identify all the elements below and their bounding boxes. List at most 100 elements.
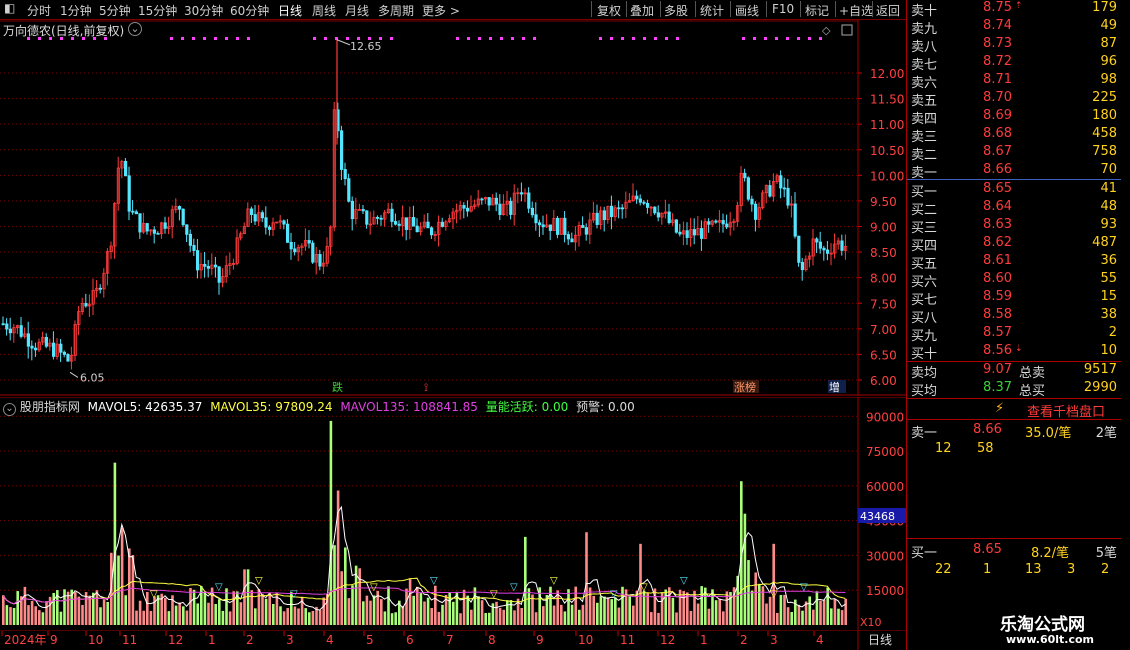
volume-bar: [434, 585, 437, 625]
period-tab-60min[interactable]: 60分钟: [230, 2, 269, 19]
book-row-buy[interactable]: 买五 8.61 36: [907, 253, 1121, 272]
volume-bar: [714, 600, 718, 625]
volume-bar: [822, 599, 826, 625]
candle-body: [188, 233, 192, 246]
volume-bar: [722, 611, 725, 625]
period-tab-daily[interactable]: 日线: [278, 2, 302, 19]
high-price-label: 12.65: [350, 40, 382, 53]
level-volume: 48: [1100, 199, 1117, 214]
volume-bar: [754, 572, 757, 625]
period-tab-30min[interactable]: 30分钟: [184, 2, 223, 19]
candlestick-chart[interactable]: 12.00 11.50 11.00 10.50 10.00 9.50 9.00 8.50 8.0…: [0, 20, 906, 396]
back-button[interactable]: 返回: [876, 2, 900, 19]
book-row-sell[interactable]: 卖五 8.70 225: [907, 90, 1121, 109]
period-tab-monthly[interactable]: 月线: [345, 2, 369, 19]
stats-button[interactable]: 统计: [700, 2, 724, 19]
period-tab-fenshi[interactable]: 分时: [27, 2, 51, 19]
candle-body: [52, 342, 56, 357]
volume-bar: [650, 612, 653, 625]
volume-bar: [790, 611, 793, 625]
volume-bar: [232, 591, 235, 625]
volume-bar: [570, 604, 574, 625]
candle-body: [195, 250, 200, 271]
price-tick-label: 8.00: [870, 272, 897, 286]
volume-bar: [95, 590, 99, 625]
price-tick-label: 6.50: [870, 348, 897, 362]
volume-bar: [581, 604, 585, 625]
bid1-count: 5笔: [1095, 546, 1117, 561]
book-row-sell[interactable]: 卖十 8.75 ⇡ 179: [907, 0, 1121, 19]
volume-chart[interactable]: 90000750006000045000300001500043468X10▽▽…: [0, 397, 906, 630]
candle-body: [34, 347, 38, 351]
period-tab-5min[interactable]: 5分钟: [99, 2, 131, 19]
mark-button[interactable]: 标记: [805, 2, 829, 19]
volume-bar: [167, 611, 171, 625]
book-row-sell[interactable]: 卖八 8.73 87: [907, 36, 1121, 55]
volume-bar: [671, 597, 675, 625]
multi-stock-button[interactable]: 多股: [664, 2, 688, 19]
candle-body: [84, 302, 88, 307]
volume-bar: [833, 599, 837, 625]
candle-body: [743, 172, 747, 179]
volume-bar: [596, 602, 599, 625]
candle-body: [350, 200, 355, 220]
collapse-icon[interactable]: ◧: [4, 1, 15, 15]
add-watchlist-button[interactable]: +自选: [839, 2, 873, 19]
book-row-sell[interactable]: 卖二 8.67 758: [907, 144, 1121, 163]
candle-body: [429, 227, 434, 236]
candle-body: [653, 206, 657, 214]
time-axis-label: 2: [246, 633, 254, 647]
book-row-buy[interactable]: 买二 8.64 48: [907, 199, 1121, 218]
volume-bar: [408, 578, 412, 625]
volume-bar: [102, 599, 106, 625]
overlay-button[interactable]: 叠加: [630, 2, 654, 19]
candle-body: [404, 217, 409, 230]
level-label: 卖三: [911, 130, 938, 145]
event-marker-icon[interactable]: ⟟: [424, 381, 428, 394]
chevron-down-icon[interactable]: ⌄: [128, 22, 142, 36]
book-row-buy[interactable]: 买四 8.62 487: [907, 235, 1121, 254]
book-row-buy[interactable]: 买七 8.59 15: [907, 289, 1121, 308]
book-row-sell[interactable]: 卖七 8.72 96: [907, 54, 1121, 73]
chevron-down-icon[interactable]: ⌄: [3, 403, 16, 416]
volume-bar: [318, 610, 322, 625]
candle-body: [206, 265, 210, 269]
volume-bar: [394, 612, 397, 625]
signal-dot: [522, 37, 525, 40]
candle-body: [213, 264, 218, 268]
candle-body: [779, 175, 783, 189]
volume-bar: [477, 596, 480, 625]
volume-bar: [412, 595, 415, 625]
book-row-sell[interactable]: 卖四 8.69 180: [907, 108, 1121, 127]
volume-bar: [808, 596, 811, 625]
level-price: 8.56: [983, 343, 1012, 358]
volume-bar: [448, 592, 451, 625]
book-row-sell[interactable]: 卖九 8.74 49: [907, 18, 1121, 37]
view-depth-button[interactable]: 查看千档盘口: [1027, 401, 1105, 420]
draw-line-button[interactable]: 画线: [735, 2, 759, 19]
signal-dot: [676, 37, 679, 40]
level-volume: 225: [1092, 90, 1117, 105]
period-more-button[interactable]: 更多 >: [422, 2, 460, 19]
book-row-sell[interactable]: 卖一 8.66 70: [907, 162, 1121, 181]
candle-body: [480, 198, 484, 201]
period-tab-weekly[interactable]: 周线: [312, 2, 336, 19]
period-tab-1min[interactable]: 1分钟: [60, 2, 92, 19]
book-row-buy[interactable]: 买三 8.63 93: [907, 217, 1121, 236]
candle-body: [541, 224, 545, 228]
book-row-buy[interactable]: 买九 8.57 2: [907, 325, 1121, 344]
book-row-buy[interactable]: 买八 8.58 38: [907, 307, 1121, 326]
period-tab-15min[interactable]: 15分钟: [138, 2, 177, 19]
signal-mark: ▽: [255, 575, 263, 586]
book-row-sell[interactable]: 卖三 8.68 458: [907, 126, 1121, 145]
period-tab-multi[interactable]: 多周期: [378, 2, 414, 19]
book-row-sell[interactable]: 卖六 8.71 98: [907, 72, 1121, 91]
volume-bar: [563, 611, 567, 625]
book-row-buy[interactable]: 买十 8.56 ⇣ 10: [907, 343, 1121, 362]
candle-body: [282, 220, 286, 225]
volume-bar: [462, 589, 466, 625]
book-row-buy[interactable]: 买六 8.60 55: [907, 271, 1121, 290]
fuquan-button[interactable]: 复权: [597, 2, 621, 19]
f10-button[interactable]: F10: [772, 2, 794, 16]
book-row-buy[interactable]: 买一 8.65 41: [907, 181, 1121, 200]
